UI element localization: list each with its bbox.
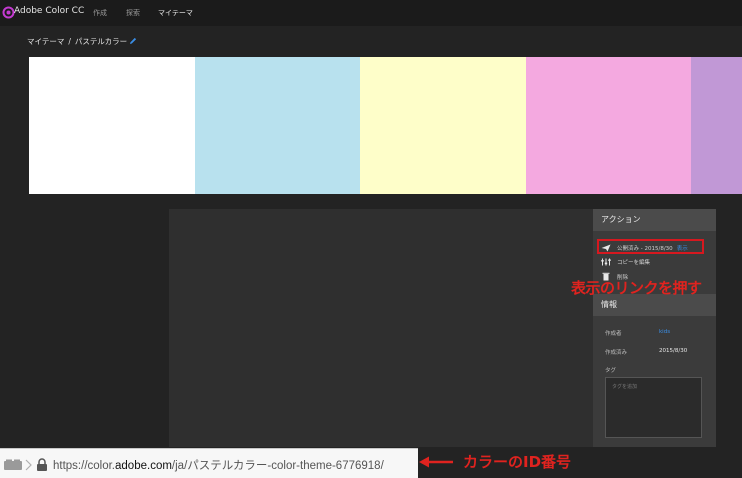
breadcrumb-parent[interactable]: マイテーマ — [27, 37, 64, 46]
sliders-icon — [601, 258, 611, 266]
annotation-color-id: カラーのID番号 — [463, 453, 572, 471]
published-date: 2015/8/30 — [659, 348, 688, 354]
address-bar-icons — [4, 458, 47, 471]
highlight-box — [597, 239, 704, 254]
nav-explore[interactable]: 探索 — [126, 8, 140, 18]
color-swatch-5[interactable] — [691, 57, 742, 194]
top-bar: Adobe Color CC 作成 探索 マイテーマ — [0, 0, 742, 26]
color-swatch-1[interactable] — [29, 57, 195, 194]
lock-icon — [37, 458, 47, 471]
breadcrumb: マイテーマ / パステルカラー — [27, 36, 127, 47]
tag-input[interactable]: タグを追加 — [605, 377, 702, 438]
color-swatch-2[interactable] — [195, 57, 360, 194]
address-bar-url[interactable]: https://color.adobe.com/ja/パステルカラー-color… — [53, 457, 384, 473]
browser-address-bar[interactable]: https://color.adobe.com/ja/パステルカラー-color… — [0, 448, 418, 478]
creator-link[interactable]: kids — [659, 329, 670, 335]
annotation-press-link: 表示のリンクを押す — [571, 279, 702, 297]
breadcrumb-separator: / — [68, 37, 71, 46]
chevron-right-icon — [25, 459, 32, 471]
nav-my-themes[interactable]: マイテーマ — [158, 8, 193, 18]
edit-pencil-icon[interactable] — [128, 36, 138, 46]
color-swatch-3[interactable] — [360, 57, 526, 194]
breadcrumb-current: パステルカラー — [74, 37, 128, 46]
theme-preview-area — [169, 209, 593, 447]
action-edit-copy[interactable]: コピーを編集 — [601, 258, 650, 266]
published-label: 作成済み — [605, 350, 628, 356]
action-edit-copy-label: コピーを編集 — [617, 260, 651, 266]
tags-label: タグ — [605, 368, 617, 374]
app-brand[interactable]: Adobe Color CC — [14, 6, 84, 16]
reader-icon — [4, 459, 22, 470]
left-arrow-icon — [419, 456, 453, 468]
tag-placeholder: タグを追加 — [612, 384, 638, 390]
nav-create[interactable]: 作成 — [93, 8, 107, 18]
creator-label: 作成者 — [605, 331, 622, 337]
color-swatch-4[interactable] — [526, 57, 691, 194]
actions-panel-title: アクション — [593, 209, 716, 231]
color-palette — [29, 57, 742, 194]
